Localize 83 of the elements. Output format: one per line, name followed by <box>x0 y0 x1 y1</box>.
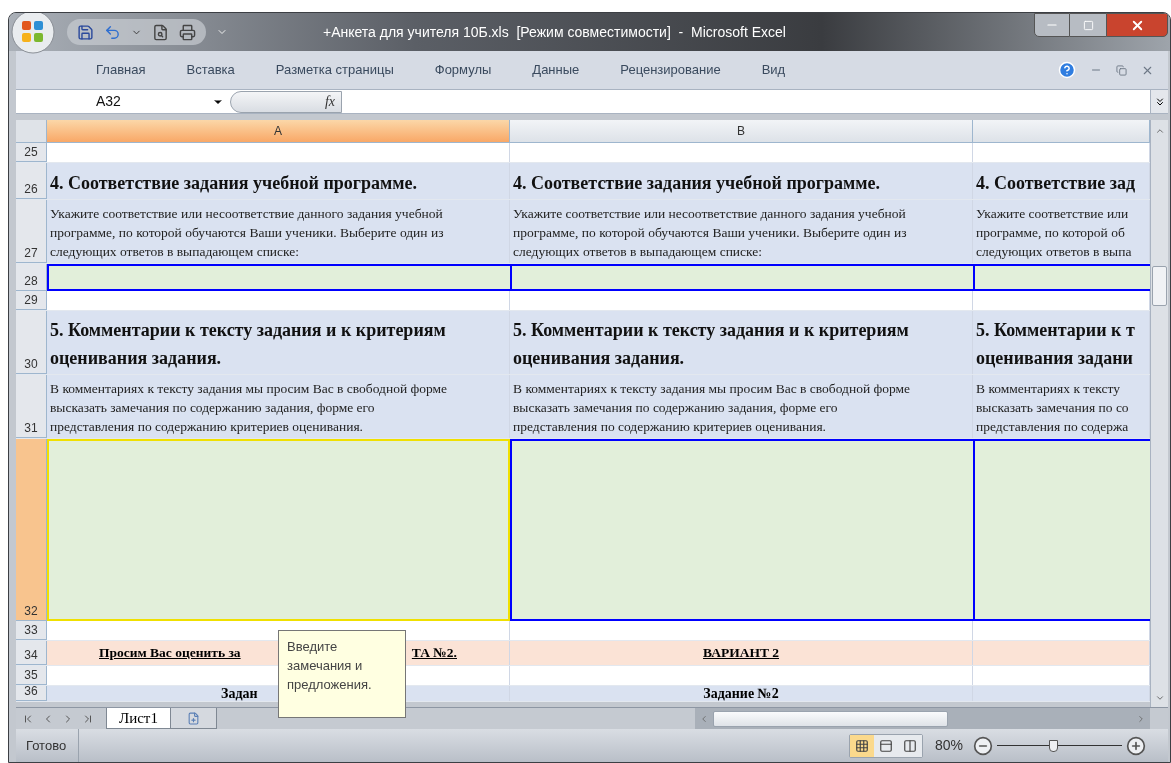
name-box[interactable]: A32 <box>16 90 230 113</box>
row-header[interactable]: 30 <box>16 311 47 374</box>
instruction-text: Укажите соответствие или программе, по которой об следующих ответов в выпа <box>976 205 1132 261</box>
banner-text: ТА №2. <box>411 643 457 662</box>
page-break-icon <box>902 738 917 753</box>
window-title: +Анкета для учителя 10Б.xls [Режим совместимости] - Microsoft Excel <box>323 22 786 42</box>
ribbon-tab[interactable]: Разметка страницы <box>275 60 394 80</box>
instruction-text: Укажите соответствие или несоответствие данного задания учебной программе, по которой обучаются Ваши ученики. Выберите один из следующих ответов в выпадающем списке: <box>50 205 444 261</box>
section-heading: 4. Соответствие зад <box>976 172 1136 195</box>
ribbon-tab[interactable]: Рецензирование <box>620 60 721 80</box>
zoom-in-icon[interactable] <box>1126 735 1146 756</box>
ribbon-tab[interactable]: Вид <box>761 60 786 80</box>
input-cell[interactable] <box>510 439 973 621</box>
new-sheet-icon <box>186 711 200 725</box>
column-header[interactable]: B <box>510 120 973 142</box>
zoom-slider-thumb[interactable] <box>1049 739 1059 752</box>
input-cell[interactable] <box>47 264 510 291</box>
ribbon-tab[interactable]: Формулы <box>434 60 492 80</box>
view-button[interactable] <box>897 734 922 757</box>
new-sheet-tab[interactable] <box>170 708 217 729</box>
insert-function-button[interactable]: fx <box>324 91 335 112</box>
instruction-text: Укажите соответствие или несоответствие данного задания учебной программе, по которой обучаются Ваши ученики. Выберите один из следующих ответов в выпадающем списке: <box>513 205 907 261</box>
row-header[interactable]: 32 <box>16 439 47 621</box>
section-heading: 4. Соответствие задания учебной программе. <box>513 172 881 195</box>
first-sheet-icon[interactable] <box>22 712 34 725</box>
printer-icon[interactable] <box>179 23 196 41</box>
help-icon[interactable] <box>1058 61 1076 79</box>
row-header[interactable]: 31 <box>16 375 47 438</box>
zoom-out-icon[interactable] <box>973 735 993 756</box>
row-header[interactable]: 36 <box>16 686 47 701</box>
page-layout-icon <box>878 738 893 753</box>
undo-icon[interactable] <box>104 23 121 41</box>
banner-text: ВАРИАНТ 2 <box>703 643 779 662</box>
last-sheet-icon[interactable] <box>82 712 94 725</box>
task-title: Задание №2 <box>703 686 779 701</box>
minimize-button[interactable] <box>1034 13 1070 37</box>
zoom-level-text[interactable]: 80% <box>934 735 963 756</box>
close-button[interactable] <box>1106 13 1168 37</box>
expand-formula-button[interactable] <box>1150 90 1168 113</box>
row-header[interactable]: 29 <box>16 291 47 310</box>
banner-text: Просим Вас оценить за <box>99 643 241 662</box>
office-logo-icon[interactable] <box>11 13 55 54</box>
maximize-icon <box>1082 19 1094 31</box>
input-cell[interactable] <box>973 439 1150 621</box>
print-preview-icon[interactable] <box>152 23 169 41</box>
save-icon[interactable] <box>77 23 94 41</box>
instruction-text: В комментариях к тексту высказать замечания по со представления по содержа <box>976 380 1129 436</box>
horizontal-scrollbar[interactable] <box>695 708 1150 729</box>
zoom-slider[interactable] <box>997 739 1122 752</box>
column-header[interactable]: A <box>47 120 510 142</box>
grid-icon <box>854 738 869 753</box>
row-header[interactable]: 33 <box>16 621 47 640</box>
scroll-down-icon[interactable] <box>1154 693 1165 703</box>
instruction-text: В комментариях к тексту задания мы просим Вас в свободной форме высказать замечания по содержанию задания, форме его представления по содержанию критериев оценивания. <box>513 380 911 436</box>
status-text: Готово <box>16 729 80 762</box>
row-header[interactable]: 27 <box>16 200 47 263</box>
comment-tooltip: Введите замечания и предложения. <box>278 630 406 718</box>
row-header[interactable]: 25 <box>16 143 47 162</box>
view-button[interactable] <box>849 734 874 757</box>
view-button[interactable] <box>873 734 898 757</box>
task-title: Задан <box>221 686 258 701</box>
ribbon-tab[interactable]: Вставка <box>186 60 235 80</box>
row-header[interactable]: 35 <box>16 666 47 685</box>
row-header[interactable]: 28 <box>16 264 47 291</box>
scroll-thumb[interactable] <box>713 710 948 727</box>
ribbon-tab[interactable]: Данные <box>532 60 580 80</box>
scroll-thumb[interactable] <box>1152 266 1167 306</box>
row-header[interactable]: 26 <box>16 163 47 199</box>
input-cell[interactable] <box>973 264 1150 291</box>
maximize-button[interactable] <box>1070 13 1106 37</box>
restore-icon[interactable] <box>1116 64 1127 76</box>
sheet-tab[interactable]: Лист1 <box>106 708 171 729</box>
section-heading: 5. Комментарии к тексту задания и к критериям оценивания задания. <box>50 319 446 370</box>
ribbon-tab[interactable]: Главная <box>96 60 146 80</box>
scroll-up-icon[interactable] <box>1154 126 1165 136</box>
instruction-text: В комментариях к тексту задания мы просим Вас в свободной форме высказать замечания по содержанию задания, форме его представления по содержанию критериев оценивания. <box>50 380 448 436</box>
input-cell[interactable] <box>510 264 973 291</box>
formula-bar-handle[interactable]: fx <box>230 90 342 113</box>
section-heading: 5. Комментарии к т оценивания задани <box>976 319 1135 370</box>
section-heading: 4. Соответствие задания учебной программе. <box>50 172 418 195</box>
section-heading: 5. Комментарии к тексту задания и к критериям оценивания задания. <box>513 319 909 370</box>
row-header[interactable]: 34 <box>16 641 47 665</box>
vertical-scrollbar[interactable] <box>1150 120 1168 707</box>
